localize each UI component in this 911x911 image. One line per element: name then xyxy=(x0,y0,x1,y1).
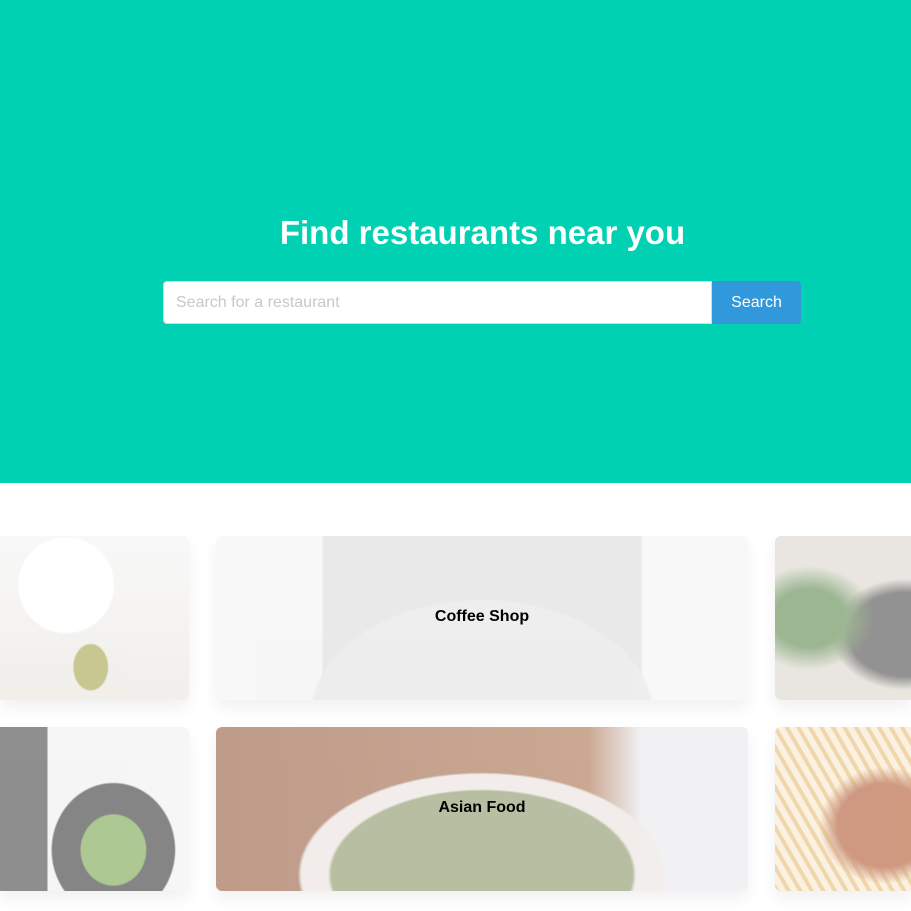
card-image xyxy=(775,727,911,891)
card-image xyxy=(0,727,189,891)
category-card-breakfast[interactable] xyxy=(0,536,189,700)
card-image xyxy=(0,536,189,700)
page-title: Find restaurants near you xyxy=(279,214,686,251)
search-input[interactable] xyxy=(163,281,712,324)
search-button[interactable]: Search xyxy=(712,281,801,324)
category-card-asian-food[interactable]: Asian Food xyxy=(216,727,748,891)
card-label: Asian Food xyxy=(438,799,526,816)
hero-banner: Find restaurants near you Search xyxy=(0,0,911,483)
category-card-salad[interactable] xyxy=(775,536,911,700)
category-card-healthy[interactable] xyxy=(0,727,189,891)
category-card-chicken[interactable] xyxy=(775,727,911,891)
category-card-coffee-shop[interactable]: Coffee Shop xyxy=(216,536,748,700)
search-bar: Search xyxy=(163,281,801,324)
card-label: Coffee Shop xyxy=(434,608,530,625)
card-image xyxy=(775,536,911,700)
